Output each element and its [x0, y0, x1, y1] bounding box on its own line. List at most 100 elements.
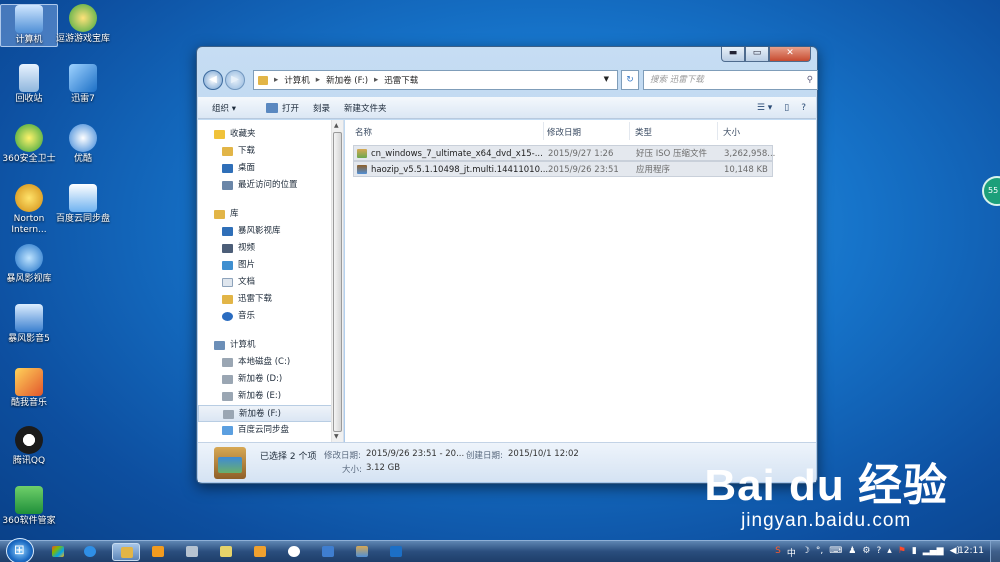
file-row[interactable]: cn_windows_7_ultimate_x64_dvd_x15-... 20…: [353, 145, 775, 161]
new-folder-button[interactable]: 新建文件夹: [344, 102, 387, 114]
open-button[interactable]: 打开: [265, 102, 299, 114]
desktop-icon-norton[interactable]: Norton Intern...: [0, 184, 58, 236]
nav-item-drive-f[interactable]: 新加卷 (F:): [198, 405, 343, 422]
scrollbar-thumb[interactable]: [333, 132, 342, 432]
nav-item-thunder-download[interactable]: 迅雷下载: [198, 291, 343, 308]
nav-item-music[interactable]: 音乐: [198, 308, 343, 325]
desktop-icon-qq[interactable]: 腾讯QQ: [0, 426, 58, 467]
desktop-icon-recycle-bin[interactable]: 回收站: [0, 64, 58, 105]
nav-item-baofeng-library[interactable]: 暴风影视库: [198, 223, 343, 240]
breadcrumb-drive-f[interactable]: 新加卷 (F:): [326, 74, 368, 86]
desktop-icon-baofeng5[interactable]: 暴风影音5: [0, 304, 58, 345]
punctuation-icon[interactable]: °,: [816, 546, 823, 559]
user-icon[interactable]: ♟: [848, 546, 856, 559]
forward-button[interactable]: ▶: [225, 70, 245, 90]
desktop-icon-360-security[interactable]: 360安全卫士: [0, 124, 58, 165]
close-button[interactable]: ✕: [769, 47, 811, 62]
nav-item-documents[interactable]: 文档: [198, 274, 343, 291]
half-width-icon[interactable]: ☽: [802, 546, 810, 559]
taskbar-app-thunder[interactable]: [382, 543, 410, 561]
keyboard-icon[interactable]: ⌨: [829, 546, 842, 559]
usb-icon[interactable]: ▮: [912, 546, 917, 559]
taskbar-app-windows[interactable]: [44, 543, 72, 561]
minimize-button[interactable]: ▬: [721, 47, 745, 62]
refresh-button[interactable]: ↻: [621, 70, 639, 90]
desktop-icon-baofeng-library[interactable]: 暴风影视库: [0, 244, 58, 285]
help-icon[interactable]: ?: [801, 103, 806, 113]
nav-favorites[interactable]: 收藏夹: [198, 126, 343, 143]
taskbar-app-printer[interactable]: [178, 543, 206, 561]
maximize-button[interactable]: ▭: [745, 47, 769, 62]
desktop-icon-label: 逗游游戏宝库: [55, 34, 110, 44]
network-icon[interactable]: ▂▄▆: [923, 546, 944, 559]
desktop-icon-computer[interactable]: 计算机: [0, 4, 58, 47]
nav-item-drive-c[interactable]: 本地磁盘 (C:): [198, 354, 343, 371]
nav-item-drive-d[interactable]: 新加卷 (D:): [198, 371, 343, 388]
desktop-icon-kuwo[interactable]: 酷我音乐: [0, 368, 58, 409]
search-icon[interactable]: ⚲: [807, 71, 813, 89]
desktop-icon-label: 暴风影视库: [6, 274, 52, 284]
chevron-down-icon[interactable]: ▼: [604, 75, 609, 83]
clock[interactable]: 12:11: [958, 546, 984, 556]
input-language[interactable]: 中: [787, 546, 796, 559]
search-input[interactable]: 搜索 迅雷下载 ⚲: [643, 70, 818, 90]
nav-item-recent-places[interactable]: 最近访问的位置: [198, 177, 343, 194]
desktop-icon-thunder[interactable]: 迅雷7: [54, 64, 112, 105]
thunder-icon: [69, 64, 97, 92]
taskbar-app-paint[interactable]: [212, 543, 240, 561]
column-name[interactable]: 名称: [355, 126, 372, 138]
nav-scrollbar[interactable]: ▲ ▼: [331, 120, 343, 442]
help-icon[interactable]: ?: [876, 546, 881, 559]
pictures-icon: [222, 261, 233, 270]
nav-label: 收藏夹: [230, 129, 256, 139]
nav-label: 新加卷 (F:): [239, 409, 281, 419]
taskbar-app-haozip[interactable]: [348, 543, 376, 561]
desktop-icon-game-box[interactable]: 逗游游戏宝库: [54, 4, 112, 45]
taskbar-app-video[interactable]: [280, 543, 308, 561]
taskbar-app-ie[interactable]: [76, 543, 104, 561]
file-row[interactable]: haozip_v5.5.1.10498_jt.multi.14411010...…: [353, 161, 773, 177]
breadcrumb-separator[interactable]: ▸: [374, 75, 378, 85]
start-button[interactable]: [6, 538, 34, 562]
burn-button[interactable]: 刻录: [313, 102, 330, 114]
taskbar-app-baofeng[interactable]: [314, 543, 342, 561]
nav-computer[interactable]: 计算机: [198, 337, 343, 354]
nav-label: 库: [230, 209, 239, 219]
taskbar-app-explorer[interactable]: [112, 543, 140, 561]
desktop-gadget[interactable]: 55: [982, 176, 1000, 206]
nav-item-baidu-cloud[interactable]: 百度云同步盘: [198, 422, 343, 439]
nav-libraries[interactable]: 库: [198, 206, 343, 223]
desktop-icon-360-manager[interactable]: 360软件管家: [0, 486, 58, 527]
nav-item-pictures[interactable]: 图片: [198, 257, 343, 274]
nav-item-desktop[interactable]: 桌面: [198, 160, 343, 177]
view-options-icon[interactable]: ☰ ▾: [757, 103, 772, 113]
breadcrumb-thunder-download[interactable]: 迅雷下载: [384, 74, 418, 86]
back-button[interactable]: ◀: [203, 70, 223, 90]
desktop-icon-baidu-cloud[interactable]: 百度云同步盘: [54, 184, 112, 225]
file-type: 好压 ISO 压缩文件: [636, 149, 707, 159]
scroll-up-icon[interactable]: ▲: [334, 122, 339, 129]
nav-item-drive-e[interactable]: 新加卷 (E:): [198, 388, 343, 405]
flag-icon[interactable]: ⚑: [898, 546, 906, 559]
taskbar-app-player[interactable]: [144, 543, 172, 561]
scroll-down-icon[interactable]: ▼: [334, 433, 339, 440]
breadcrumb-computer[interactable]: 计算机: [284, 74, 310, 86]
taskbar-app-gift[interactable]: [246, 543, 274, 561]
breadcrumb-separator[interactable]: ▸: [316, 75, 320, 85]
sogou-input-icon[interactable]: S: [775, 546, 781, 559]
address-bar[interactable]: ▸ 计算机 ▸ 新加卷 (F:) ▸ 迅雷下载 ▼: [253, 70, 618, 90]
column-size[interactable]: 大小: [723, 126, 740, 138]
show-desktop-button[interactable]: [990, 541, 1000, 562]
tray-expand-icon[interactable]: ▴: [887, 546, 892, 559]
organize-button[interactable]: 组织 ▾: [212, 102, 236, 114]
breadcrumb-separator[interactable]: ▸: [274, 75, 278, 85]
column-type[interactable]: 类型: [635, 126, 652, 138]
nav-item-videos[interactable]: 视频: [198, 240, 343, 257]
tools-icon[interactable]: ⚙: [862, 546, 870, 559]
preview-pane-icon[interactable]: ▯: [784, 103, 789, 113]
desktop-icon-label: 暴风影音5: [8, 334, 50, 344]
nav-label: 迅雷下载: [238, 294, 273, 304]
column-date[interactable]: 修改日期: [547, 126, 581, 138]
nav-item-downloads[interactable]: 下载: [198, 143, 343, 160]
desktop-icon-youku[interactable]: 优酷: [54, 124, 112, 165]
